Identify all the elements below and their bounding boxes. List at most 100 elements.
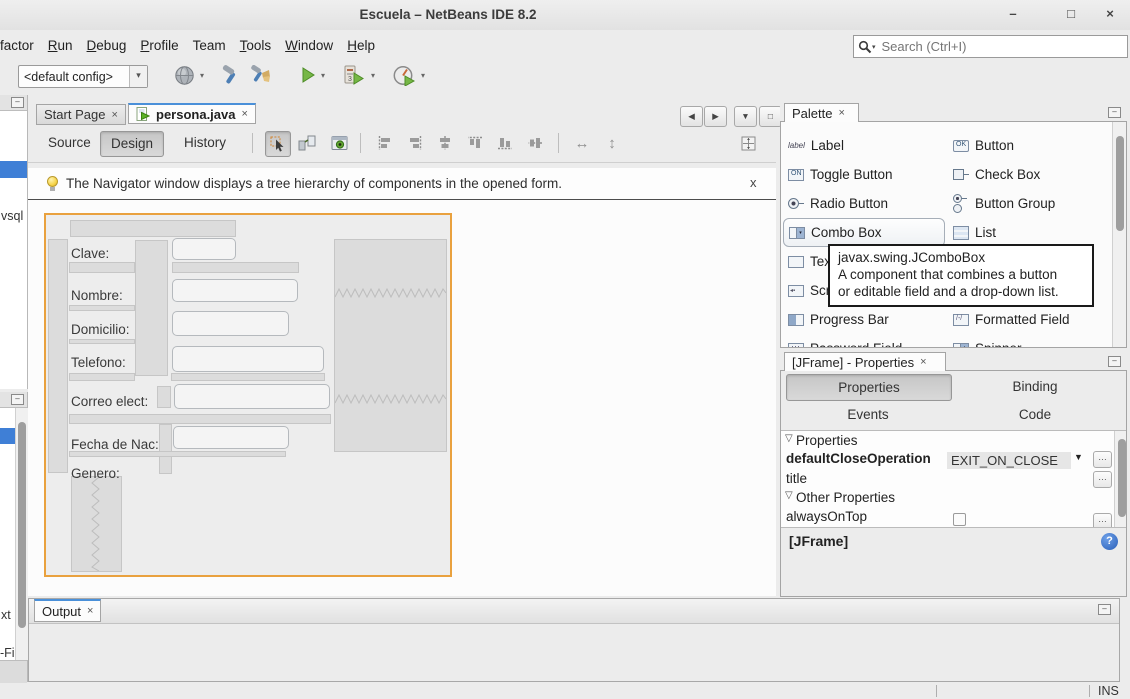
profile-caret-icon[interactable]: ▾: [421, 71, 425, 80]
config-dropdown-icon[interactable]: ▾: [129, 66, 147, 87]
correo-textfield[interactable]: [174, 384, 330, 409]
sliver-scrollbar-thumb[interactable]: [18, 422, 26, 628]
properties-scrollbar[interactable]: [1114, 431, 1127, 527]
menu-window[interactable]: Window: [278, 36, 340, 55]
menu-team[interactable]: Team: [186, 36, 233, 55]
telefono-label[interactable]: Telefono:: [71, 355, 126, 370]
run-icon[interactable]: [296, 63, 320, 87]
props-tab-events[interactable]: Events: [786, 402, 950, 427]
nombre-textfield[interactable]: [172, 279, 298, 302]
preview-design-icon[interactable]: [328, 131, 352, 155]
menu-help[interactable]: Help: [340, 36, 382, 55]
palette-item-spinner[interactable]: ▴▾Spinner: [953, 334, 1022, 348]
property-row[interactable]: alwaysOnTop …: [781, 509, 1127, 528]
domicilio-label[interactable]: Domicilio:: [71, 322, 130, 337]
debug-icon[interactable]: 3: [342, 63, 366, 87]
category-arrow-icon[interactable]: ▽: [785, 433, 793, 444]
palette-item-button[interactable]: OKButton: [953, 131, 1014, 160]
search-caret-icon[interactable]: ▾: [872, 43, 876, 51]
minimize-panel-icon[interactable]: –: [11, 97, 24, 108]
menu-refactor[interactable]: factor: [0, 36, 41, 55]
close-tab-icon[interactable]: ×: [920, 356, 926, 368]
palette-item-password-field[interactable]: ···Password Field: [788, 334, 902, 348]
menu-debug[interactable]: Debug: [80, 36, 134, 55]
palette-item-check-box[interactable]: Check Box: [953, 160, 1040, 189]
palette-item-radio-button[interactable]: Radio Button: [788, 189, 888, 218]
value-dropdown-icon[interactable]: ▼: [1074, 452, 1083, 462]
telefono-textfield[interactable]: [172, 346, 324, 372]
design-canvas[interactable]: Clave: Nombre: Domicilio: Telefono: Corr…: [28, 200, 776, 596]
profile-icon[interactable]: [392, 63, 416, 87]
category-row[interactable]: ▽ Properties: [781, 433, 1127, 452]
property-value[interactable]: EXIT_ON_CLOSE: [947, 452, 1071, 469]
close-tab-icon[interactable]: ×: [242, 108, 248, 120]
search-icon[interactable]: ▾: [854, 40, 878, 54]
correo-label[interactable]: Correo elect:: [71, 394, 148, 409]
selected-tree-row[interactable]: [0, 161, 27, 178]
view-source-button[interactable]: Source: [38, 131, 101, 155]
property-row[interactable]: defaultCloseOperation EXIT_ON_CLOSE ▼ …: [781, 451, 1127, 470]
tree-item-text[interactable]: -Fi: [0, 646, 15, 660]
config-combobox[interactable]: <default config> ▾: [18, 65, 148, 88]
form-component[interactable]: [71, 476, 122, 572]
category-arrow-icon[interactable]: ▽: [785, 490, 793, 501]
scroll-tabs-left-icon[interactable]: ◀: [680, 106, 703, 127]
sliver-scrollbar[interactable]: [15, 408, 28, 660]
globe-caret-icon[interactable]: ▾: [200, 71, 204, 80]
view-history-button[interactable]: History: [174, 131, 236, 155]
minimize-panel-icon[interactable]: –: [1108, 107, 1121, 118]
form-panel[interactable]: [334, 239, 447, 452]
domicilio-textfield[interactable]: [172, 311, 289, 336]
palette-tab[interactable]: Palette ×: [784, 103, 859, 122]
tab-start-page[interactable]: Start Page ×: [36, 104, 126, 125]
minimize-panel-icon[interactable]: –: [1108, 356, 1121, 367]
clave-textfield[interactable]: [172, 238, 236, 260]
palette-item-button-group[interactable]: Button Group: [953, 189, 1055, 218]
globe-icon[interactable]: [172, 63, 196, 87]
menu-profile[interactable]: Profile: [133, 36, 185, 55]
run-caret-icon[interactable]: ▾: [321, 71, 325, 80]
connection-mode-icon[interactable]: [295, 131, 319, 155]
search-input[interactable]: [878, 39, 1127, 54]
nombre-label[interactable]: Nombre:: [71, 288, 123, 303]
tree-item-text[interactable]: vsql: [1, 209, 23, 223]
window-minimize-icon[interactable]: –: [1000, 6, 1026, 24]
form-component[interactable]: [48, 239, 68, 473]
grid-icon[interactable]: [736, 131, 760, 155]
palette-item-text-field[interactable]: Tex: [788, 247, 831, 276]
props-tab-properties[interactable]: Properties: [786, 374, 952, 401]
close-tab-icon[interactable]: ×: [111, 109, 117, 121]
close-tab-icon[interactable]: ×: [838, 107, 844, 119]
debug-caret-icon[interactable]: ▾: [371, 71, 375, 80]
scroll-tabs-right-icon[interactable]: ▶: [704, 106, 727, 127]
tree-item-text[interactable]: xt: [1, 608, 11, 622]
form-component[interactable]: [135, 240, 168, 376]
view-design-button[interactable]: Design: [100, 131, 164, 157]
palette-scrollbar-thumb[interactable]: [1116, 136, 1124, 231]
selected-tree-row[interactable]: [0, 428, 15, 444]
checkbox[interactable]: [953, 513, 966, 526]
genero-label[interactable]: Genero:: [71, 466, 120, 481]
menu-tools[interactable]: Tools: [233, 36, 279, 55]
window-maximize-icon[interactable]: □: [1058, 6, 1084, 24]
palette-item-formatted-field[interactable]: /-/Formatted Field: [953, 305, 1070, 334]
build-hammer-icon[interactable]: [218, 63, 242, 87]
output-tab[interactable]: Output ×: [34, 599, 101, 622]
hint-close-icon[interactable]: x: [750, 175, 757, 190]
help-icon[interactable]: ?: [1101, 533, 1118, 550]
maximize-editor-icon[interactable]: □: [759, 106, 782, 127]
properties-scrollbar-thumb[interactable]: [1118, 439, 1126, 517]
fecha-label[interactable]: Fecha de Nac:: [71, 437, 159, 452]
menu-run[interactable]: Run: [41, 36, 80, 55]
palette-item-list[interactable]: List: [953, 218, 996, 247]
ellipsis-button[interactable]: …: [1093, 471, 1112, 488]
fecha-textfield[interactable]: [173, 426, 289, 449]
selection-mode-button[interactable]: [265, 131, 291, 157]
window-close-icon[interactable]: ×: [1097, 6, 1123, 24]
tab-persona-java[interactable]: persona.java ×: [128, 103, 256, 124]
category-row[interactable]: ▽ Other Properties: [781, 490, 1127, 509]
palette-item-combo-box[interactable]: ▾Combo Box: [783, 218, 945, 247]
quick-search[interactable]: ▾: [853, 35, 1128, 58]
property-row[interactable]: title …: [781, 471, 1127, 490]
minimize-panel-icon[interactable]: –: [1098, 604, 1111, 615]
